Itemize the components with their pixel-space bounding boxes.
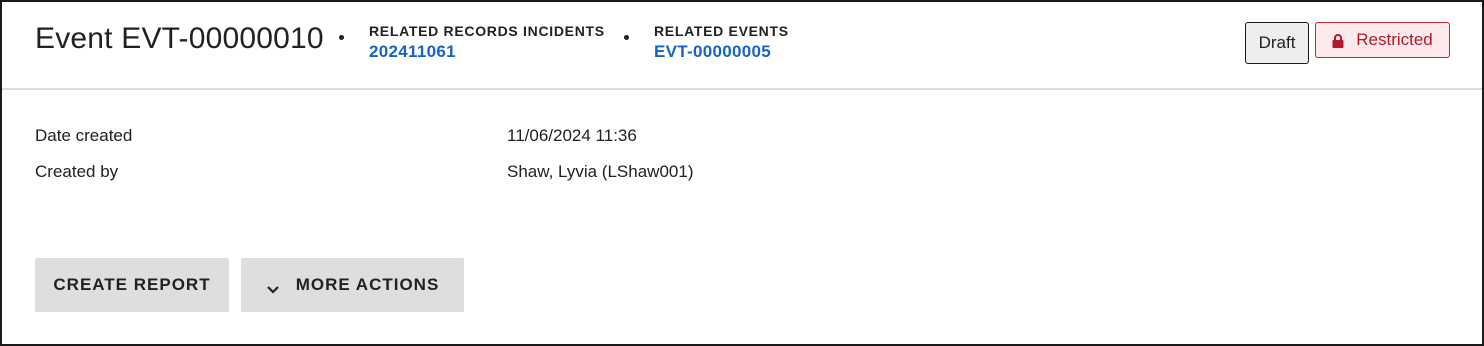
related-event-link[interactable]: EVT-00000005 xyxy=(654,42,789,62)
restricted-badge: Restricted xyxy=(1315,22,1450,58)
page-title: Event EVT-00000010 xyxy=(35,22,324,55)
related-incidents: RELATED RECORDS INCIDENTS 202411061 xyxy=(369,23,605,62)
related-events: RELATED EVENTS EVT-00000005 xyxy=(654,23,789,62)
detail-value: 11/06/2024 11:36 xyxy=(507,126,637,145)
detail-value: Shaw, Lyvia (LShaw001) xyxy=(507,162,694,181)
create-report-label: CREATE REPORT xyxy=(53,275,211,294)
restricted-label: Restricted xyxy=(1356,30,1433,49)
record-header: Event EVT-00000010 RELATED RECORDS INCID… xyxy=(2,2,1482,90)
more-actions-label: MORE ACTIONS xyxy=(295,275,440,294)
more-actions-button[interactable]: MORE ACTIONS xyxy=(241,258,464,312)
status-badge: Draft xyxy=(1245,22,1309,64)
detail-row-date-created: Date created 11/06/2024 11:36 xyxy=(35,126,1435,162)
chevron-down-icon xyxy=(266,280,280,294)
detail-key: Date created xyxy=(35,126,133,145)
separator-dot xyxy=(624,35,629,40)
related-events-label: RELATED EVENTS xyxy=(654,23,789,39)
lock-icon xyxy=(1332,33,1344,48)
detail-row-created-by: Created by Shaw, Lyvia (LShaw001) xyxy=(35,162,1435,198)
create-report-button[interactable]: CREATE REPORT xyxy=(35,258,229,312)
related-incident-link[interactable]: 202411061 xyxy=(369,42,605,62)
event-record-panel: Event EVT-00000010 RELATED RECORDS INCID… xyxy=(0,0,1484,346)
separator-dot xyxy=(339,35,344,40)
related-incidents-label: RELATED RECORDS INCIDENTS xyxy=(369,23,605,39)
detail-key: Created by xyxy=(35,162,119,181)
details-list: Date created 11/06/2024 11:36 Created by… xyxy=(35,126,1435,198)
